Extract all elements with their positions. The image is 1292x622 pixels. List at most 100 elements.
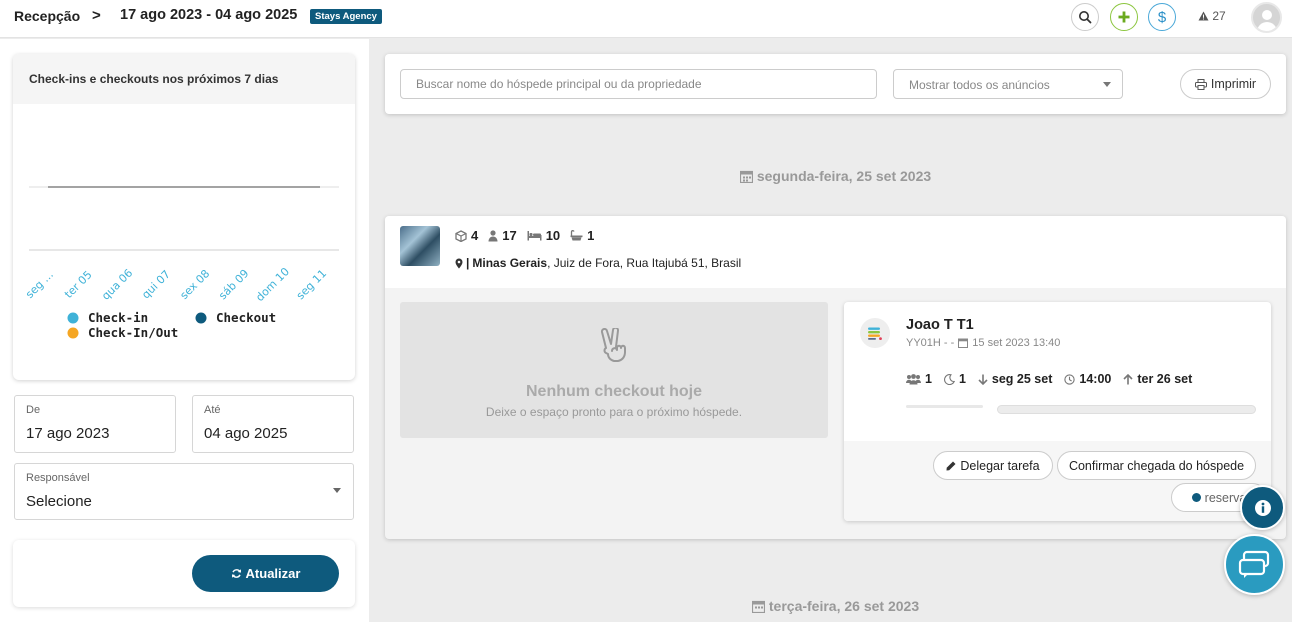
listing-select[interactable]: Mostrar todos os anúncios — [893, 69, 1123, 99]
guest-count-value: 1 — [925, 372, 932, 386]
chart-tick-label: dom 10 — [253, 265, 292, 304]
user-avatar[interactable] — [1251, 2, 1282, 33]
checkins-chart: seg ... ter 05 qua 06 qui 07 sex 08 sáb 09 dom… — [23, 186, 339, 340]
night-count-value: 1 — [958, 372, 966, 386]
date-to-field[interactable]: Até 04 ago 2025 — [192, 395, 354, 453]
day-label: segunda-feira, 25 set 2023 — [756, 168, 932, 184]
checkin-date-value: seg 25 set — [991, 372, 1053, 386]
bed-icon — [527, 231, 542, 241]
search-icon — [1079, 11, 1092, 24]
responsible-select[interactable]: Responsável Selecione — [14, 463, 354, 520]
chart-legend-swatch — [67, 327, 79, 339]
chart-tick-label: seg ... — [23, 268, 56, 301]
property-thumbnail[interactable] — [400, 226, 440, 266]
channel-logo — [860, 318, 890, 348]
reservation-actions: Delegar tarefa Confirmar chegada do hósp… — [844, 441, 1271, 521]
confirm-arrival-button[interactable]: Confirmar chegada do hóspede — [1057, 451, 1256, 480]
chart-tick-label: sex 08 — [178, 267, 213, 302]
chart-tick-label: qua 06 — [99, 266, 135, 302]
units-stat: 4 — [455, 228, 478, 243]
page-title: Recepção — [14, 8, 81, 24]
guest-name[interactable]: Joao T T1 — [906, 317, 974, 333]
confirm-arrival-label: Confirmar chegada do hóspede — [1068, 458, 1245, 473]
date-to-label: Até — [204, 404, 221, 416]
calendar-icon — [751, 600, 765, 613]
guests-stat: 17 — [488, 228, 517, 243]
users-icon — [906, 373, 921, 384]
night-count: 1 — [944, 372, 966, 386]
peace-hand-icon — [600, 328, 626, 362]
listing-select-value: Mostrar todos os anúncios — [909, 78, 1050, 92]
refresh-button[interactable]: Atualizar — [192, 555, 339, 592]
address-prefix: | — [466, 256, 470, 270]
reservation-details: 1 1 seg 25 set 14:00 ter 26 set — [906, 372, 1204, 386]
top-bar: Recepção > 17 ago 2023 - 04 ago 2025 Sta… — [0, 0, 1292, 38]
agency-badge: Stays Agency — [310, 9, 382, 24]
clock-icon — [1064, 373, 1076, 385]
progress-bar — [997, 405, 1256, 414]
property-card: 4 17 10 1 | Minas Gerais, Juiz de Fora, … — [385, 216, 1286, 539]
alerts-indicator[interactable]: 27 — [1198, 9, 1226, 23]
address-rest: , Juiz de Fora, Rua Itajubá 51, Brasil — [547, 256, 742, 270]
sidebar: Check-ins e checkouts nos próximos 7 dia… — [0, 39, 369, 622]
plus-icon — [1118, 11, 1130, 23]
chart-legend-swatch — [67, 312, 79, 324]
bathtub-icon — [570, 229, 583, 240]
chart-legend-label: Check-In/Out — [88, 325, 178, 340]
units-value: 4 — [471, 228, 479, 243]
add-button[interactable] — [1110, 3, 1138, 31]
checkin-time: 14:00 — [1064, 372, 1111, 386]
arrow-up-icon — [1123, 373, 1133, 384]
calendar-icon — [958, 338, 969, 348]
day-header: segunda-feira, 25 set 2023 — [385, 168, 1286, 184]
finance-button[interactable]: $ — [1148, 3, 1176, 31]
chart-legend-label: Checkout — [216, 310, 276, 325]
map-marker-icon — [455, 258, 463, 268]
date-to-value: 04 ago 2025 — [204, 425, 288, 442]
chat-icon — [1238, 550, 1269, 578]
chart-tick-label: sáb 09 — [216, 267, 251, 302]
status-dot — [1191, 493, 1201, 502]
guests-value: 17 — [502, 228, 517, 243]
checkin-date: seg 25 set — [978, 372, 1052, 386]
info-icon — [1254, 499, 1271, 516]
chart-legend-swatch — [195, 312, 207, 324]
calendar-icon — [739, 170, 753, 183]
day-label: terça-feira, 26 set 2023 — [768, 598, 920, 614]
checkout-date-value: ter 26 set — [1137, 372, 1193, 386]
breadcrumb-separator: > — [92, 7, 101, 24]
arrow-down-icon — [978, 374, 988, 385]
guest-search-input[interactable] — [400, 69, 877, 99]
delegate-task-label: Delegar tarefa — [960, 458, 1040, 473]
cube-icon — [455, 229, 467, 242]
date-range-label[interactable]: 17 ago 2023 - 04 ago 2025 — [120, 7, 297, 23]
refresh-icon — [231, 569, 241, 578]
date-from-label: De — [26, 404, 41, 416]
info-button[interactable] — [1240, 485, 1285, 530]
dollar-icon: $ — [1157, 8, 1167, 26]
empty-checkout-subtitle: Deixe o espaço pronto para o próximo hós… — [485, 405, 743, 419]
chevron-down-icon — [1103, 82, 1111, 87]
refresh-label: Atualizar — [245, 566, 301, 581]
print-button[interactable]: Imprimir — [1180, 69, 1271, 99]
filter-bar: Mostrar todos os anúncios Imprimir — [385, 54, 1286, 114]
search-button[interactable] — [1071, 3, 1099, 31]
reservation-card: Joao T T1 YY01H - - 15 set 2023 13:40 1 … — [844, 302, 1271, 521]
delegate-task-button[interactable]: Delegar tarefa — [933, 451, 1053, 480]
day-header: terça-feira, 26 set 2023 — [385, 598, 1286, 614]
chat-button[interactable] — [1224, 534, 1285, 595]
alerts-count: 27 — [1212, 9, 1226, 23]
date-from-field[interactable]: De 17 ago 2023 — [14, 395, 176, 453]
reservation-created: 15 set 2023 13:40 — [972, 337, 1061, 349]
reservation-code[interactable]: YY01H - - — [906, 337, 954, 349]
chart-tick-label: qui 07 — [139, 268, 173, 302]
property-address: | Minas Gerais, Juiz de Fora, Rua Itajub… — [455, 256, 741, 270]
pencil-icon — [946, 461, 956, 470]
beds-value: 10 — [545, 228, 561, 243]
chevron-down-icon — [333, 488, 341, 493]
date-from-value: 17 ago 2023 — [26, 425, 110, 442]
guest-count: 1 — [906, 372, 932, 386]
print-label: Imprimir — [1210, 77, 1257, 91]
property-header: 4 17 10 1 | Minas Gerais, Juiz de Fora, … — [385, 216, 1286, 288]
property-stats: 4 17 10 1 — [455, 228, 594, 243]
